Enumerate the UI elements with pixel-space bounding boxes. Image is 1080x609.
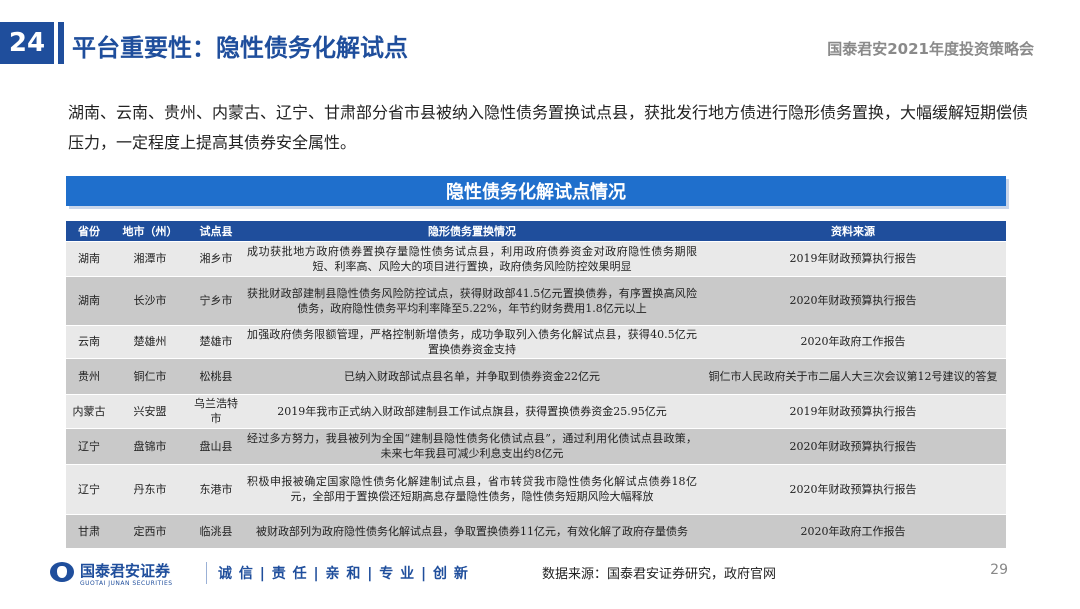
source-cell: 2019年财政预算执行报告: [700, 240, 1006, 276]
county-cell: 盘山县: [188, 427, 244, 464]
column-header: 省份: [66, 221, 112, 241]
footer-page-number: 29: [990, 562, 1008, 578]
city-cell: 铜仁市: [112, 357, 188, 394]
footer-divider: [206, 562, 207, 584]
table-row: 云南 楚雄州 楚雄市 加强政府债务限额管理，严格控制新增债务，成功争取列入债务化…: [66, 324, 1006, 358]
footer-brand-en: GUOTAI JUNAN SECURITIES: [80, 580, 173, 587]
brand-logo-icon: [50, 562, 74, 582]
replacement-cell: 成功获批地方政府债券置换存量隐性债务试点县，利用政府债券资金对政府隐性债务期限短…: [244, 240, 700, 276]
province-cell: 湖南: [66, 275, 112, 325]
table-row: 贵州 铜仁市 松桃县 已纳入财政部试点县名单，并争取到债券资金22亿元 铜仁市人…: [66, 357, 1006, 394]
province-cell: 内蒙古: [66, 393, 112, 428]
source-cell: 2020年财政预算执行报告: [700, 463, 1006, 514]
table-row: 湖南 长沙市 宁乡市 获批财政部建制县隐性债务风险防控试点，获得财政部41.5亿…: [66, 275, 1006, 325]
county-cell: 宁乡市: [188, 275, 244, 325]
footer-brand: 国泰君安证券: [80, 562, 171, 580]
replacement-cell: 2019年我市正式纳入财政部建制县工作试点旗县，获得置换债券资金25.95亿元: [244, 393, 700, 428]
replacement-cell: 加强政府债务限额管理，严格控制新增债务，成功争取列入债务化解试点县，获得40.5…: [244, 324, 700, 358]
footer-source: 数据来源：国泰君安证券研究，政府官网: [542, 567, 777, 582]
table-title: 隐性债务化解试点情况: [66, 176, 1006, 206]
province-cell: 贵州: [66, 357, 112, 394]
city-cell: 定西市: [112, 513, 188, 548]
source-cell: 2020年政府工作报告: [700, 324, 1006, 358]
province-cell: 辽宁: [66, 427, 112, 464]
county-cell: 楚雄市: [188, 324, 244, 358]
source-cell: 2020年财政预算执行报告: [700, 427, 1006, 464]
province-cell: 湖南: [66, 240, 112, 276]
province-cell: 辽宁: [66, 463, 112, 514]
city-cell: 兴安盟: [112, 393, 188, 428]
city-cell: 楚雄州: [112, 324, 188, 358]
province-cell: 云南: [66, 324, 112, 358]
city-cell: 湘潭市: [112, 240, 188, 276]
source-cell: 铜仁市人民政府关于市二届人大三次会议第12号建议的答复: [700, 357, 1006, 394]
column-header: 资料来源: [700, 221, 1006, 241]
replacement-cell: 已纳入财政部试点县名单，并争取到债券资金22亿元: [244, 357, 700, 394]
county-cell: 湘乡市: [188, 240, 244, 276]
county-cell: 松桃县: [188, 357, 244, 394]
replacement-cell: 经过多方努力，我县被列为全国“建制县隐性债务化债试点县”，通过利用化债试点县政策…: [244, 427, 700, 464]
title-accent-bar: [58, 22, 64, 64]
source-cell: 2019年财政预算执行报告: [700, 393, 1006, 428]
source-cell: 2020年财政预算执行报告: [700, 275, 1006, 325]
table-row: 内蒙古 兴安盟 乌兰浩特市 2019年我市正式纳入财政部建制县工作试点旗县，获得…: [66, 393, 1006, 428]
county-cell: 乌兰浩特市: [188, 393, 244, 428]
footer-slogan: 诚 信 | 责 任 | 亲 和 | 专 业 | 创 新: [218, 566, 469, 582]
table-row: 湖南 湘潭市 湘乡市 成功获批地方政府债券置换存量隐性债务试点县，利用政府债券资…: [66, 240, 1006, 276]
city-cell: 长沙市: [112, 275, 188, 325]
city-cell: 盘锦市: [112, 427, 188, 464]
event-label: 国泰君安2021年度投资策略会: [827, 40, 1034, 58]
replacement-cell: 被财政部列为政府隐性债务化解试点县，争取置换债券11亿元，有效化解了政府存量债务: [244, 513, 700, 548]
county-cell: 临洮县: [188, 513, 244, 548]
page-title: 平台重要性：隐性债务化解试点: [72, 34, 408, 62]
table-row: 辽宁 盘锦市 盘山县 经过多方努力，我县被列为全国“建制县隐性债务化债试点县”，…: [66, 427, 1006, 464]
page-number-badge: 24: [0, 22, 54, 64]
column-header: 隐形债务置换情况: [244, 221, 700, 241]
intro-paragraph: 湖南、云南、贵州、内蒙古、辽宁、甘肃部分省市县被纳入隐性债务置换试点县，获批发行…: [68, 103, 1029, 152]
column-header: 试点县: [188, 221, 244, 241]
table-row: 辽宁 丹东市 东港市 积极申报被确定国家隐性债务化解建制试点县，省市转贷我市隐性…: [66, 463, 1006, 514]
replacement-cell: 获批财政部建制县隐性债务风险防控试点，获得财政部41.5亿元置换债券，有序置换高…: [244, 275, 700, 325]
county-cell: 东港市: [188, 463, 244, 514]
city-cell: 丹东市: [112, 463, 188, 514]
province-cell: 甘肃: [66, 513, 112, 548]
replacement-cell: 积极申报被确定国家隐性债务化解建制试点县，省市转贷我市隐性债务化解试点债券18亿…: [244, 463, 700, 514]
table-row: 甘肃 定西市 临洮县 被财政部列为政府隐性债务化解试点县，争取置换债券11亿元，…: [66, 513, 1006, 548]
column-header: 地市（州）: [112, 221, 188, 241]
pilot-table: 省份 地市（州） 试点县 隐形债务置换情况 资料来源 湖南 湘潭市 湘乡市 成功…: [66, 221, 1006, 548]
table-header-row: 省份 地市（州） 试点县 隐形债务置换情况 资料来源: [66, 221, 1006, 241]
source-cell: 2020年政府工作报告: [700, 513, 1006, 548]
